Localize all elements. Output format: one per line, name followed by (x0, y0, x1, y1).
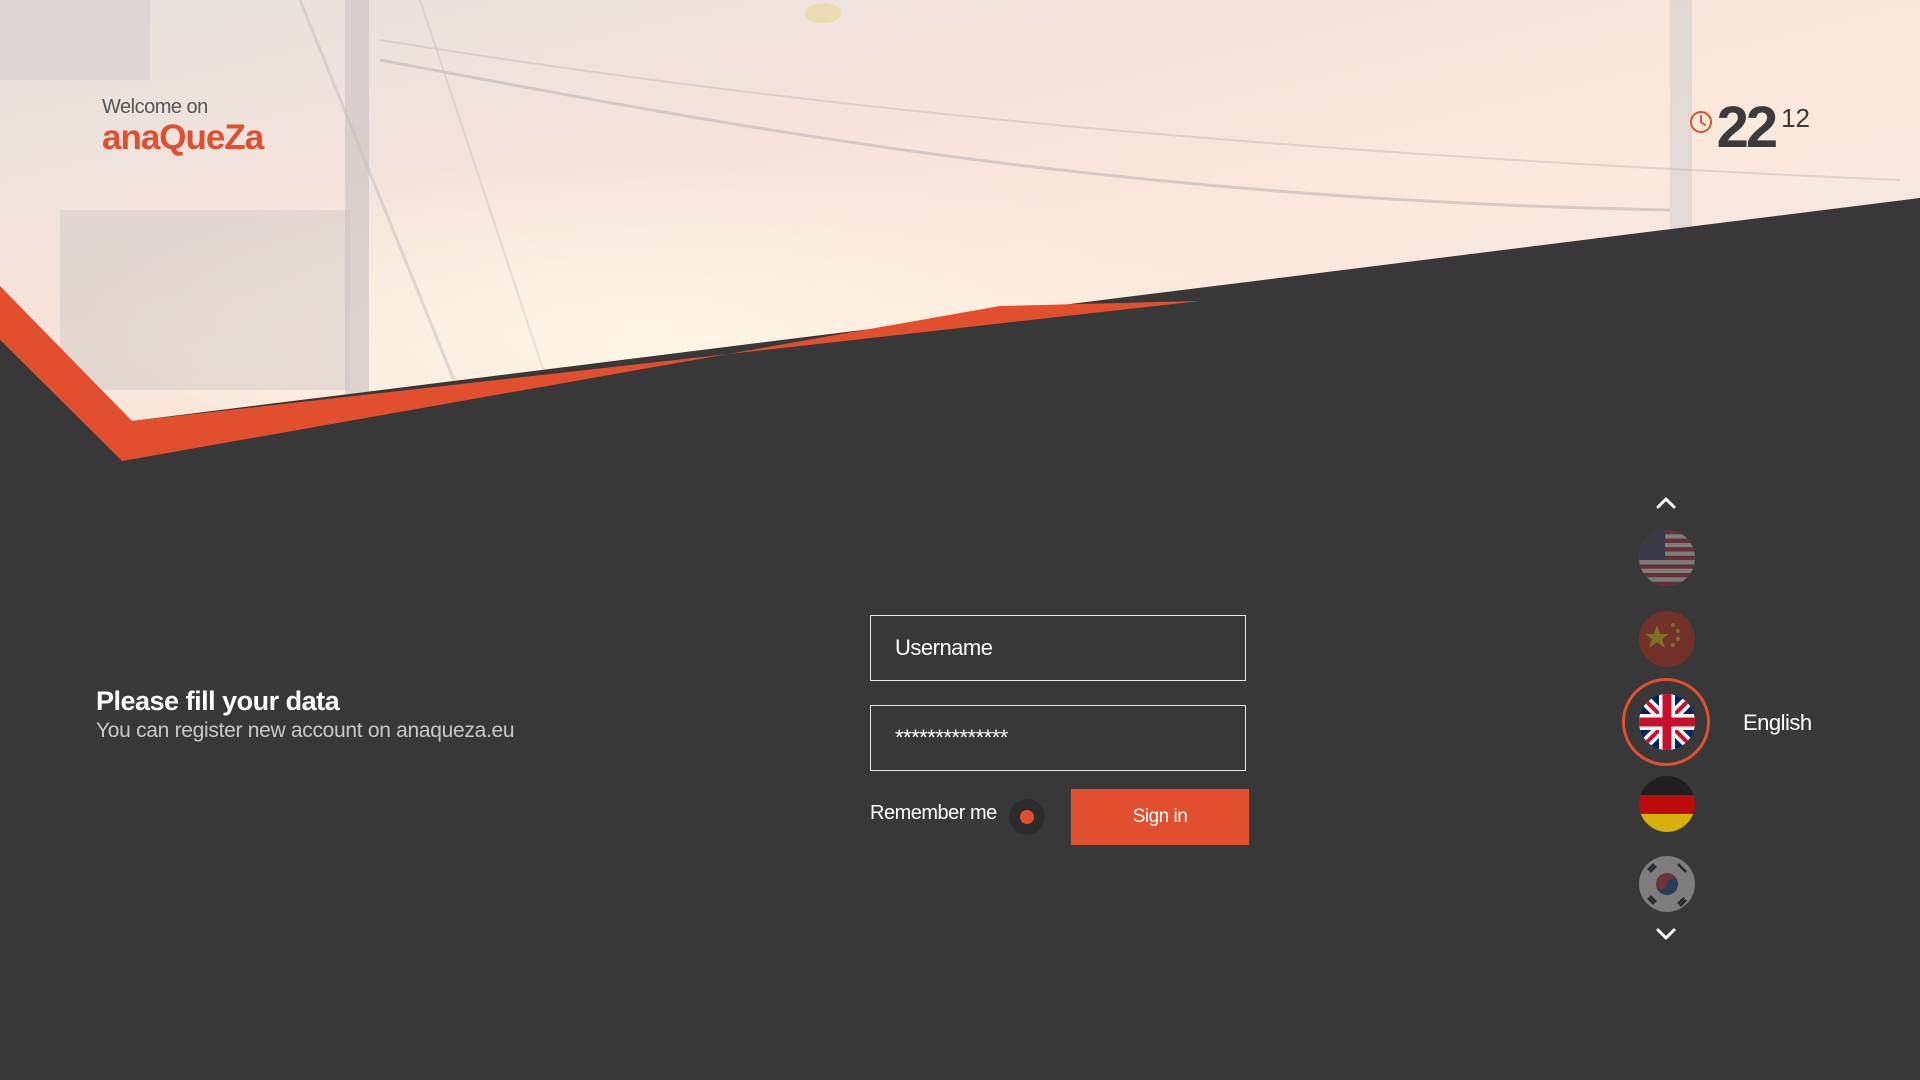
clock-hours: 22 (1716, 95, 1778, 160)
selected-language-label: English (1743, 710, 1812, 735)
flag-uk-icon[interactable] (1639, 694, 1695, 750)
remember-me-label: Remember me (870, 802, 997, 824)
clock-minutes: 12 (1781, 103, 1810, 133)
info-block: Please fill your data You can register n… (96, 686, 515, 743)
username-input[interactable] (870, 615, 1246, 681)
clock: 22 12 (1689, 98, 1810, 158)
page-title: Please fill your data (96, 686, 340, 716)
welcome-text: Welcome on (102, 96, 208, 118)
header-background (0, 0, 1920, 1080)
remember-me-toggle[interactable] (1009, 799, 1045, 835)
chevron-up-icon[interactable] (1652, 493, 1680, 513)
toggle-dot (1020, 810, 1034, 824)
sign-in-button[interactable]: Sign in (1071, 789, 1249, 845)
password-input[interactable] (870, 705, 1246, 771)
flag-south-korea-icon[interactable] (1639, 856, 1695, 912)
flag-germany-icon[interactable] (1639, 776, 1695, 832)
chevron-down-icon[interactable] (1652, 924, 1680, 944)
register-hint: You can register new account on anaqueza… (96, 719, 515, 742)
welcome-block: Welcome on anaQueZa (102, 96, 264, 157)
flag-usa-icon[interactable] (1639, 530, 1695, 586)
flag-china-icon[interactable] (1639, 611, 1695, 667)
brand-name: anaQueZa (102, 118, 264, 157)
clock-icon (1689, 111, 1712, 133)
